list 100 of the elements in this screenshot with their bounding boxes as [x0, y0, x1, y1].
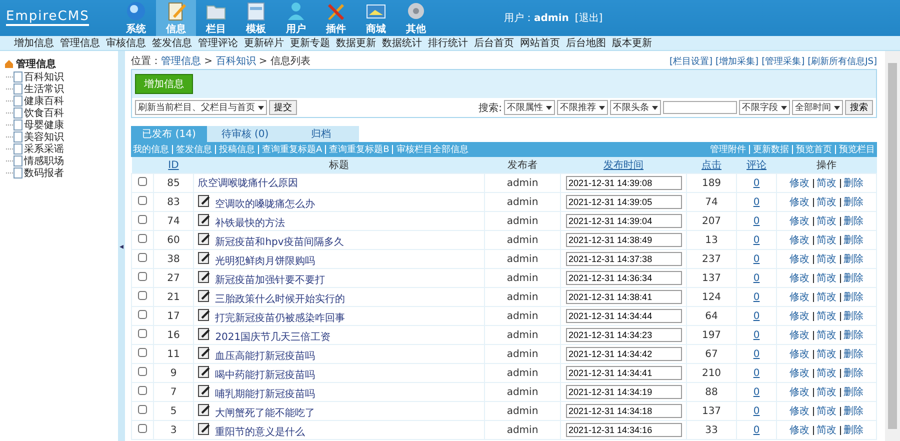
action-link[interactable]: 修改 [790, 328, 810, 342]
edit-icon[interactable] [198, 366, 210, 378]
scrollbar[interactable] [885, 51, 900, 441]
action-link[interactable]: 删除 [844, 252, 864, 266]
time-field[interactable]: 2021-12-31 14:34:23 [566, 328, 682, 342]
time-field[interactable]: 2021-12-31 14:34:18 [566, 404, 682, 418]
action-link[interactable]: 删除 [844, 404, 864, 418]
action-link[interactable]: 简改 [816, 328, 836, 342]
search-field[interactable] [663, 101, 737, 114]
row-checkbox[interactable] [138, 253, 147, 262]
submenu-link[interactable]: 数据统计 [382, 36, 422, 50]
top-link[interactable]: [增加采集] [716, 54, 759, 68]
action-link[interactable]: 修改 [790, 423, 810, 437]
refresh-select[interactable]: 刷新当前栏目、父栏目与首页 [135, 100, 267, 115]
comment-link[interactable]: 0 [753, 386, 760, 398]
logout-link[interactable]: [退出] [574, 11, 603, 25]
time-field[interactable]: 2021-12-31 14:34:16 [566, 423, 682, 437]
edit-icon[interactable] [198, 290, 210, 302]
top-link[interactable]: [刷新所有信息JS] [808, 54, 877, 68]
time-field[interactable]: 2021-12-31 14:38:49 [566, 233, 682, 247]
row-checkbox[interactable] [138, 367, 147, 376]
row-checkbox[interactable] [138, 234, 147, 243]
submenu-link[interactable]: 增加信息 [14, 36, 54, 50]
tree-item[interactable]: 母婴健康 [24, 118, 64, 132]
column-header[interactable]: ID [154, 157, 194, 174]
submenu-link[interactable]: 更新专题 [290, 36, 330, 50]
tree-item[interactable]: 美容知识 [24, 130, 64, 144]
nav-tab[interactable]: 系统 [116, 0, 156, 36]
search-button[interactable]: 搜索 [845, 100, 873, 115]
row-checkbox[interactable] [138, 177, 147, 186]
action-link[interactable]: 简改 [816, 233, 836, 247]
action-link[interactable]: 修改 [790, 347, 810, 361]
action-link[interactable]: 简改 [816, 195, 836, 209]
column-header[interactable]: 发布时间 [560, 157, 686, 174]
row-checkbox[interactable] [138, 291, 147, 300]
row-checkbox[interactable] [138, 329, 147, 338]
collapse-arrow[interactable]: ◂ [119, 242, 124, 250]
action-link[interactable]: 修改 [790, 290, 810, 304]
action-link[interactable]: 删除 [844, 309, 864, 323]
title-link[interactable]: 空调吹的嗓咙痛怎么办 [215, 199, 316, 210]
title-link[interactable]: 喝中药能打新冠疫苗吗 [215, 370, 316, 381]
comment-link[interactable]: 0 [753, 254, 760, 264]
action-link[interactable]: 简改 [816, 423, 836, 437]
action-link[interactable]: 简改 [816, 347, 836, 361]
comment-link[interactable]: 0 [753, 216, 760, 226]
comment-link[interactable]: 0 [753, 234, 760, 246]
filter-select[interactable]: 全部时间 [792, 100, 843, 115]
action-link[interactable]: 删除 [844, 290, 864, 304]
tree-item[interactable]: 饮食百科 [24, 106, 64, 120]
submenu-link[interactable]: 更新碎片 [244, 36, 284, 50]
action-link[interactable]: 修改 [790, 214, 810, 228]
filter-select[interactable]: 不限属性 [504, 100, 555, 115]
time-field[interactable]: 2021-12-31 14:34:42 [566, 347, 682, 361]
edit-icon[interactable] [198, 271, 210, 283]
time-field[interactable]: 2021-12-31 14:34:19 [566, 385, 682, 399]
action-link[interactable]: 删除 [844, 423, 864, 437]
action-link[interactable]: 简改 [816, 214, 836, 228]
row-checkbox[interactable] [138, 386, 147, 395]
action-link[interactable]: 简改 [816, 290, 836, 304]
time-field[interactable]: 2021-12-31 14:39:05 [566, 195, 682, 209]
comment-link[interactable]: 0 [753, 310, 760, 322]
top-link[interactable]: [管理采集] [762, 54, 805, 68]
action-link[interactable]: 删除 [844, 366, 864, 380]
comment-link[interactable]: 0 [753, 292, 760, 302]
tree-item[interactable]: 数码报者 [24, 166, 64, 180]
submenu-link[interactable]: 版本更新 [612, 36, 652, 50]
action-link[interactable]: 删除 [844, 176, 864, 190]
column-header[interactable]: 评论 [736, 157, 776, 174]
submenu-link[interactable]: 排行统计 [428, 36, 468, 50]
action-link[interactable]: 修改 [790, 176, 810, 190]
tab[interactable]: 归档 [283, 126, 359, 142]
time-field[interactable]: 2021-12-31 14:34:41 [566, 366, 682, 380]
scroll-thumb[interactable] [888, 63, 897, 429]
submenu-link[interactable]: 网站首页 [520, 36, 560, 50]
time-field[interactable]: 2021-12-31 14:39:08 [566, 176, 682, 190]
edit-icon[interactable] [198, 347, 210, 359]
time-field[interactable]: 2021-12-31 14:38:41 [566, 290, 682, 304]
comment-link[interactable]: 0 [753, 330, 760, 340]
splitter-bar[interactable]: ◂ [118, 51, 125, 441]
action-link[interactable]: 修改 [790, 366, 810, 380]
column-header[interactable]: 点击 [686, 157, 736, 174]
action-link[interactable]: 删除 [844, 214, 864, 228]
action-link[interactable]: 修改 [790, 404, 810, 418]
tree-item[interactable]: 生活常识 [24, 82, 64, 96]
time-field[interactable]: 2021-12-31 14:39:04 [566, 214, 682, 228]
row-checkbox[interactable] [138, 310, 147, 319]
comment-link[interactable]: 0 [753, 406, 760, 416]
nav-tab[interactable]: 模板 [236, 0, 276, 36]
edit-icon[interactable] [198, 423, 210, 435]
nav-tab[interactable]: 商城 [356, 0, 396, 36]
action-link[interactable]: 删除 [844, 233, 864, 247]
nav-tab[interactable]: 其他 [396, 0, 436, 36]
comment-link[interactable]: 0 [753, 368, 760, 378]
action-link[interactable]: 简改 [816, 366, 836, 380]
nav-tab[interactable]: 插件 [316, 0, 356, 36]
edit-icon[interactable] [198, 385, 210, 397]
title-link[interactable]: 重阳节的意义是什么 [215, 427, 306, 438]
row-checkbox[interactable] [138, 348, 147, 357]
title-link[interactable]: 欣空调喉咙痛什么原因 [198, 178, 298, 189]
tree-item[interactable]: 百科知识 [24, 70, 64, 84]
